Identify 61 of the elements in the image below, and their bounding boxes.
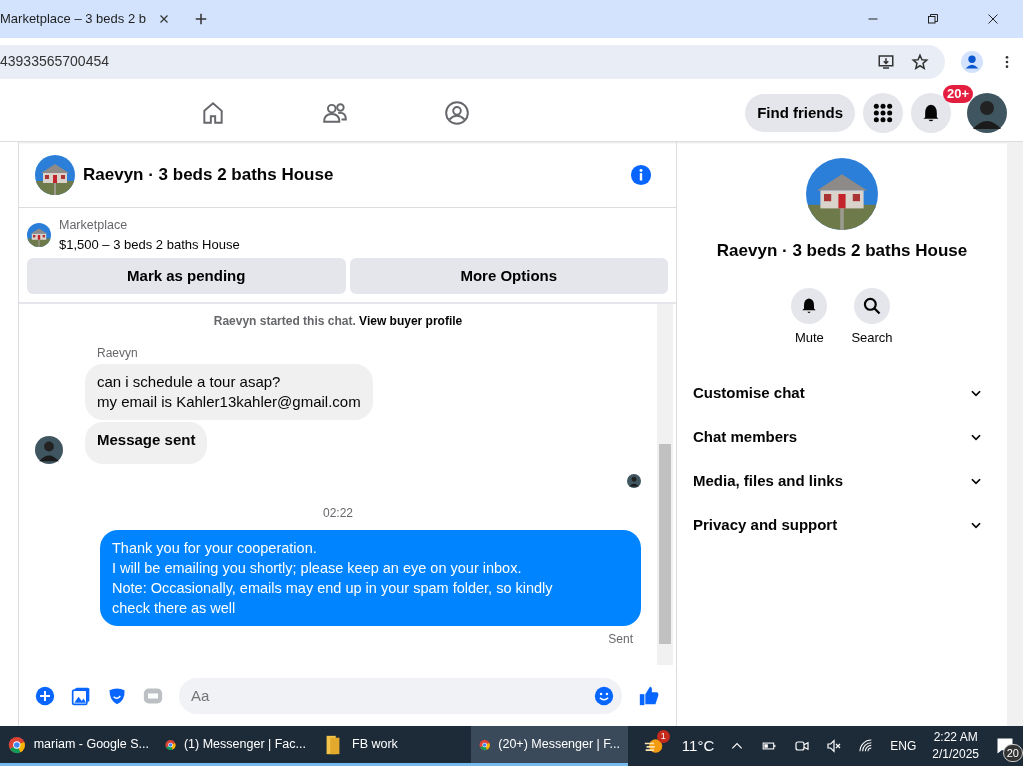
timestamp: 02:22 bbox=[322, 505, 354, 522]
message-bubble: Thank you for your cooperation. I will be emailing you shortly; please keep an eye on your inbox. Note: Occasionally, emails may end up in your spam folder, so kindly check there as well bbox=[100, 530, 641, 626]
url-text: 43933565700454 bbox=[0, 52, 109, 71]
find-friends-button[interactable]: Find friends bbox=[745, 93, 855, 133]
close-icon[interactable] bbox=[987, 13, 999, 25]
image-icon[interactable] bbox=[71, 685, 91, 706]
section-row[interactable]: Customise chat bbox=[677, 371, 1007, 415]
close-icon[interactable] bbox=[158, 13, 170, 25]
chat-title: Raevyn · 3 beds 2 baths House bbox=[83, 163, 334, 186]
taskbar-item[interactable]: mariam - Google S... bbox=[0, 726, 157, 766]
section-row[interactable]: Privacy and support bbox=[677, 503, 1007, 547]
listing-label: Marketplace bbox=[59, 217, 129, 234]
message-status: Sent bbox=[608, 631, 633, 648]
add-icon[interactable] bbox=[35, 685, 55, 706]
restore-icon[interactable] bbox=[927, 13, 939, 25]
bell-icon bbox=[921, 103, 941, 123]
seen-avatar bbox=[627, 474, 641, 488]
camera-icon[interactable] bbox=[794, 738, 811, 754]
scrollbar[interactable] bbox=[657, 304, 673, 665]
taskbar-item[interactable]: (20+) Messenger | F... bbox=[471, 726, 628, 766]
message-input[interactable]: Aa bbox=[179, 677, 622, 714]
muted-speaker-icon[interactable] bbox=[826, 738, 843, 754]
action-label: Mute bbox=[794, 328, 824, 347]
clock[interactable]: 2:22 AM 2/1/2025 bbox=[932, 729, 979, 763]
temperature: 11°C bbox=[681, 735, 715, 756]
conversation-name: Raevyn · 3 beds 2 baths House bbox=[716, 240, 968, 262]
mute-button[interactable] bbox=[791, 287, 828, 324]
buyer-profile-link[interactable]: View buyer profile bbox=[359, 314, 463, 328]
friends-icon[interactable] bbox=[322, 100, 348, 126]
groups-icon[interactable] bbox=[444, 100, 470, 126]
profile-icon[interactable] bbox=[961, 50, 983, 73]
message-bubble: Message sent bbox=[85, 422, 208, 464]
action-label: Search bbox=[851, 328, 893, 347]
search-button[interactable] bbox=[854, 287, 890, 324]
browser-tab[interactable]: Marketplace – 3 beds 2 b bbox=[0, 9, 150, 29]
search-icon bbox=[862, 295, 882, 316]
section-row[interactable]: Media, files and links bbox=[677, 459, 1007, 503]
message-bubble: can i schedule a tour asap? my email is Kahler13kahler@gmail.com bbox=[85, 364, 373, 420]
info-icon[interactable] bbox=[630, 163, 652, 186]
avatar bbox=[35, 436, 63, 464]
section-row[interactable]: Chat members bbox=[677, 415, 1007, 459]
notification-badge: 20+ bbox=[942, 85, 973, 103]
weather-badge: 1 bbox=[656, 730, 670, 743]
address-bar[interactable]: 43933565700454 bbox=[0, 44, 945, 79]
sender-name: Raevyn bbox=[97, 345, 139, 362]
chat-intro: Raevyn started this chat. View buyer profile bbox=[212, 313, 464, 330]
action-button[interactable]: Mark as pending bbox=[27, 258, 346, 294]
avatar bbox=[967, 93, 1007, 133]
grid-icon bbox=[873, 103, 893, 123]
action-button[interactable]: More Options bbox=[349, 258, 668, 294]
emoji-icon[interactable] bbox=[594, 685, 614, 706]
scrollbar[interactable] bbox=[1007, 142, 1023, 726]
listing-title: $1,500 – 3 beds 2 baths House bbox=[59, 236, 240, 254]
menu-button[interactable] bbox=[863, 93, 903, 133]
home-icon[interactable] bbox=[200, 100, 226, 126]
new-tab-icon[interactable] bbox=[194, 12, 208, 26]
install-icon[interactable] bbox=[877, 52, 895, 71]
thumbs-up-icon[interactable] bbox=[638, 684, 660, 707]
language-indicator[interactable]: ENG bbox=[890, 737, 917, 755]
taskbar-item[interactable]: (1) Messenger | Fac... bbox=[157, 726, 314, 766]
bookmark-star-icon[interactable] bbox=[911, 52, 929, 71]
